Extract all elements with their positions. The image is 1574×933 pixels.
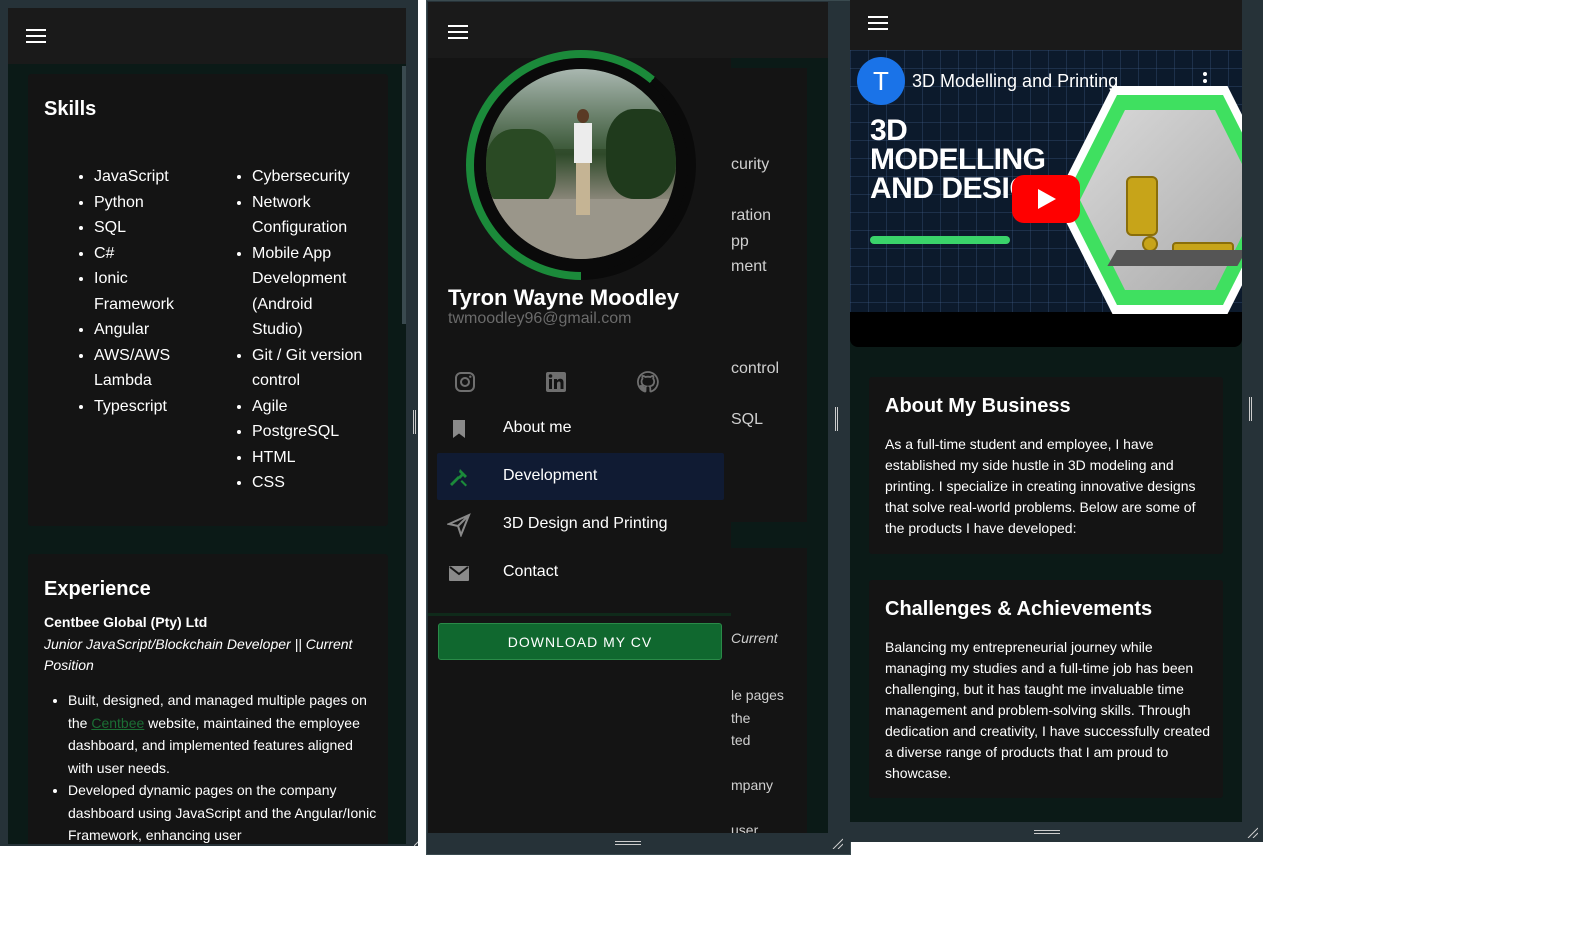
background-text: pp xyxy=(731,233,749,250)
skill-item: Typescript xyxy=(94,394,206,420)
menu-icon[interactable] xyxy=(26,29,46,43)
drawer-divider xyxy=(428,613,731,616)
skill-item: Angular xyxy=(94,317,206,343)
resize-grip-icon[interactable] xyxy=(831,837,843,849)
top-app-bar xyxy=(8,8,406,64)
skill-item: Ionic Framework xyxy=(94,266,206,317)
background-text: user xyxy=(731,822,759,833)
background-text: ted xyxy=(731,732,751,748)
nav-label: Contact xyxy=(503,563,559,580)
about-business-text: As a full-time student and employee, I h… xyxy=(885,436,1196,536)
panel-3d-printing: 3D MODELLING AND DESIGN T 3D Modelling a… xyxy=(850,0,1263,842)
nav-item-development[interactable]: Development xyxy=(437,453,724,500)
challenges-card: Challenges & Achievements Balancing my e… xyxy=(869,580,1223,798)
skills-list-right: CybersecurityNetwork ConfigurationMobile… xyxy=(234,164,364,496)
resize-handle[interactable] xyxy=(413,410,416,434)
challenges-title: Challenges & Achievements xyxy=(885,598,1153,620)
play-icon xyxy=(1038,189,1056,209)
panel-skills-experience: Skills JavaScriptPythonSQLC#Ionic Framew… xyxy=(0,0,418,846)
tools-icon xyxy=(450,469,467,487)
skill-item: Agile xyxy=(252,394,364,420)
resize-handle[interactable] xyxy=(1034,830,1060,834)
resize-grip-icon[interactable] xyxy=(1246,826,1258,838)
nav-label: About me xyxy=(503,419,572,436)
background-text: curity xyxy=(731,156,770,173)
profile-name: Tyron Wayne Moodley xyxy=(448,285,680,310)
experience-company: Centbee Global (Pty) Ltd xyxy=(44,614,208,630)
background-text: mpany xyxy=(731,777,774,793)
skill-item: C# xyxy=(94,241,206,267)
profile-email: twmoodley96@gmail.com xyxy=(448,310,632,327)
nav-item-contact[interactable]: Contact xyxy=(437,549,724,596)
list-item: Built, designed, and managed multiple pa… xyxy=(68,689,378,779)
play-button[interactable] xyxy=(1012,175,1080,223)
skills-card: Skills JavaScriptPythonSQLC#Ionic Framew… xyxy=(28,74,388,526)
vertical-scrollbar[interactable] xyxy=(402,66,406,324)
skill-item: CSS xyxy=(252,470,364,496)
nav-item-3d-design[interactable]: 3D Design and Printing xyxy=(437,501,724,548)
paper-plane-icon xyxy=(447,513,471,537)
skills-list-left: JavaScriptPythonSQLC#Ionic FrameworkAngu… xyxy=(76,164,206,419)
background-text: Current xyxy=(731,630,778,646)
download-cv-button[interactable]: DOWNLOAD MY CV xyxy=(438,623,722,660)
background-text: ration xyxy=(731,207,772,224)
background-text: SQL xyxy=(731,411,764,428)
experience-card: Experience Centbee Global (Pty) Ltd Juni… xyxy=(28,554,388,844)
resize-handle[interactable] xyxy=(835,407,838,431)
envelope-icon xyxy=(449,566,469,581)
more-options-icon[interactable] xyxy=(1200,72,1210,92)
page-viewport: curity ration pp ment control SQL Curren… xyxy=(428,2,828,833)
resize-grip-icon[interactable] xyxy=(414,838,418,846)
skill-item: Network Configuration xyxy=(252,190,364,241)
resize-handle[interactable] xyxy=(615,841,641,845)
nav-label: Development xyxy=(503,467,598,484)
about-business-title: About My Business xyxy=(885,395,1071,417)
centbee-link[interactable]: Centbee xyxy=(91,715,144,731)
challenges-text: Balancing my entrepreneurial journey whi… xyxy=(885,639,1211,781)
resize-handle[interactable] xyxy=(1249,397,1252,421)
linkedin-icon[interactable] xyxy=(544,370,568,394)
skill-item: SQL xyxy=(94,215,206,241)
skill-item: Git / Git version control xyxy=(252,343,364,394)
list-item: Developed dynamic pages on the company d… xyxy=(68,779,378,844)
page-viewport[interactable]: Skills JavaScriptPythonSQLC#Ionic Framew… xyxy=(8,8,406,844)
background-text: le pages xyxy=(731,687,784,703)
menu-icon[interactable] xyxy=(868,16,888,30)
experience-title: Experience xyxy=(44,578,151,600)
bookmark-icon xyxy=(453,420,465,438)
nav-item-about-me[interactable]: About me xyxy=(437,405,724,452)
experience-bullets: Built, designed, and managed multiple pa… xyxy=(58,689,378,844)
channel-avatar[interactable]: T xyxy=(857,57,905,105)
menu-icon[interactable] xyxy=(448,25,468,39)
panel-navigation-drawer: curity ration pp ment control SQL Curren… xyxy=(426,0,851,855)
github-icon[interactable] xyxy=(636,370,660,394)
skill-item: Python xyxy=(94,190,206,216)
top-app-bar xyxy=(428,2,828,58)
background-text: ment xyxy=(731,258,767,275)
skill-item: Mobile App Development (Android Studio) xyxy=(252,241,364,343)
top-app-bar xyxy=(850,0,1242,50)
experience-role: Junior JavaScript/Blockchain Developer |… xyxy=(44,636,353,673)
background-text: control xyxy=(731,360,780,377)
background-card xyxy=(731,68,807,522)
page-viewport: 3D MODELLING AND DESIGN T 3D Modelling a… xyxy=(850,0,1242,822)
avatar-ring xyxy=(466,50,696,280)
skill-item: AWS/AWS Lambda xyxy=(94,343,206,394)
instagram-icon[interactable] xyxy=(453,370,477,394)
nav-label: 3D Design and Printing xyxy=(503,515,668,532)
video-title[interactable]: 3D Modelling and Printing xyxy=(912,71,1118,92)
about-business-card: About My Business As a full-time student… xyxy=(869,377,1223,554)
video-thumbnail[interactable]: 3D MODELLING AND DESIGN T 3D Modelling a… xyxy=(850,50,1242,314)
skill-item: Cybersecurity xyxy=(252,164,364,190)
navigation-drawer: Tyron Wayne Moodley twmoodley96@gmail.co… xyxy=(428,50,731,833)
avatar xyxy=(486,69,676,259)
printed-object xyxy=(1126,176,1158,236)
skills-title: Skills xyxy=(44,98,97,120)
skill-item: PostgreSQL xyxy=(252,419,364,445)
skill-item: JavaScript xyxy=(94,164,206,190)
background-text: the xyxy=(731,710,751,726)
youtube-video-embed[interactable]: 3D MODELLING AND DESIGN T 3D Modelling a… xyxy=(850,50,1242,347)
skill-item: HTML xyxy=(252,445,364,471)
